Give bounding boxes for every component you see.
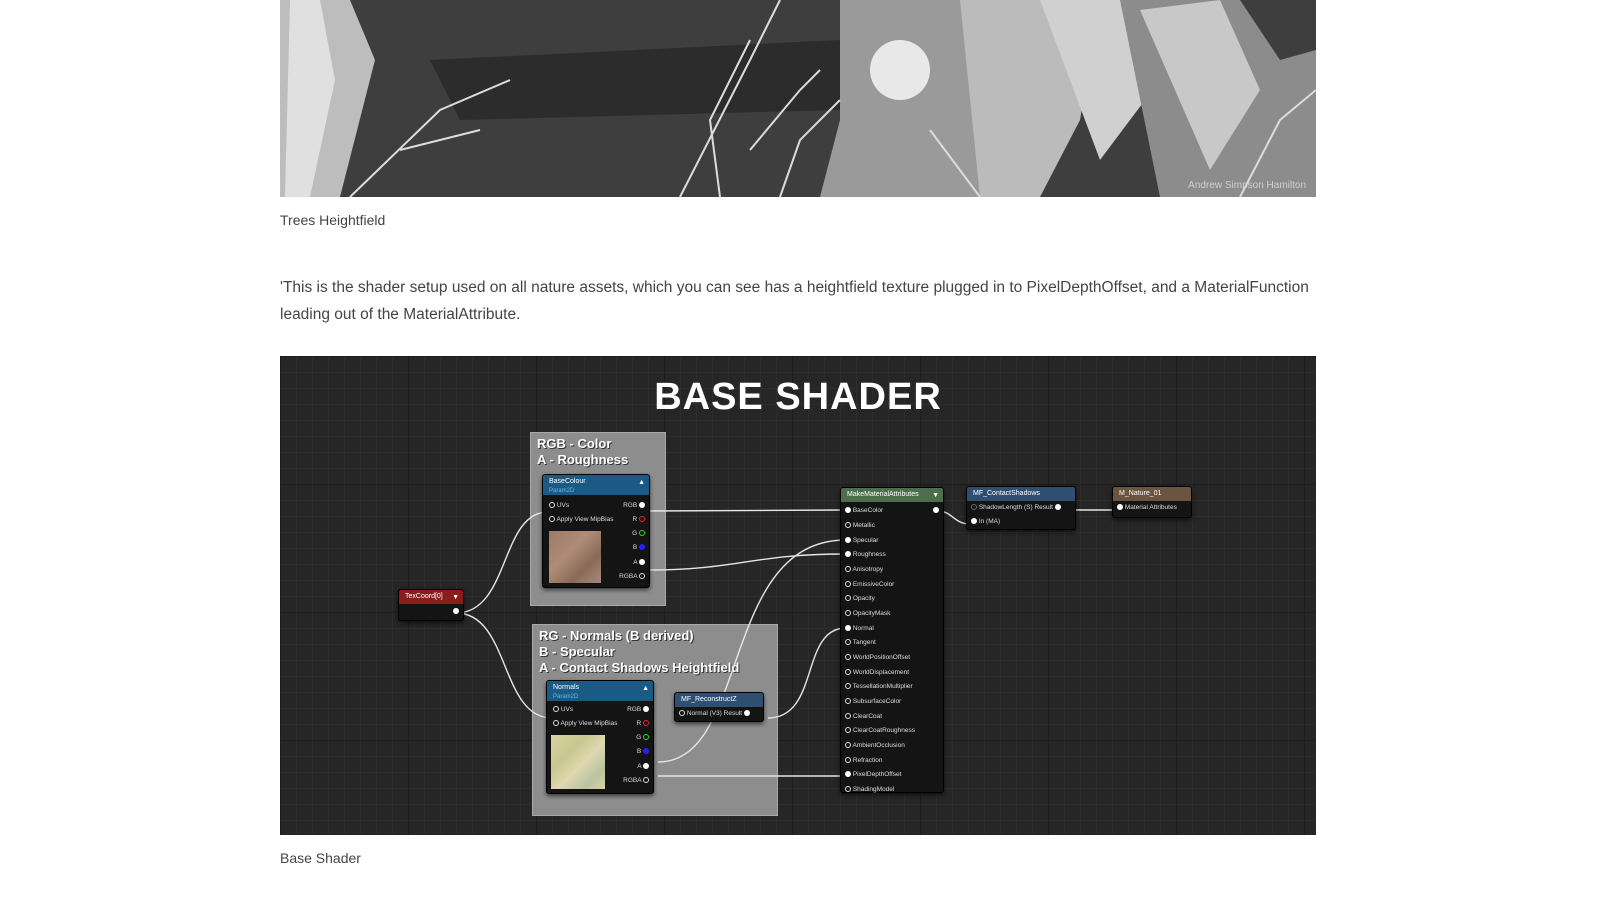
reconstructz-node-header: MF_ReconstructZ xyxy=(675,693,763,707)
make-shadingmodel-pin[interactable]: ShadingModel xyxy=(845,786,894,794)
collapse-arrow-icon[interactable]: ▲ xyxy=(638,476,645,489)
make-node-header: MakeMaterialAttributes ▼ xyxy=(841,488,943,502)
basecolour-r-pin[interactable]: R xyxy=(632,516,645,524)
make-normal-pin[interactable]: Normal xyxy=(845,625,874,633)
dropdown-arrow-icon[interactable]: ▼ xyxy=(932,489,939,502)
make-wpo-pin[interactable]: WorldPositionOffset xyxy=(845,654,910,662)
image-credit: Andrew Simpson Hamilton xyxy=(1188,180,1306,191)
basecolour-b-pin[interactable]: B xyxy=(633,544,645,552)
make-basecolor-pin[interactable]: BaseColor xyxy=(845,507,883,515)
normals-a-pin[interactable]: A xyxy=(637,763,649,771)
contactshadows-in-pin[interactable]: In (MA) xyxy=(971,518,1000,526)
normals-b-pin[interactable]: B xyxy=(637,748,649,756)
dropdown-arrow-icon[interactable]: ▼ xyxy=(452,591,459,604)
make-output-pin[interactable] xyxy=(933,507,939,515)
normals-rgba-pin[interactable]: RGBA xyxy=(623,777,649,785)
normals-node-subtitle: Param2D xyxy=(553,694,579,700)
normals-node-title: Normals xyxy=(553,684,580,691)
basecolour-rgb-pin[interactable]: RGB xyxy=(623,502,645,510)
make-opacity-pin[interactable]: Opacity xyxy=(845,595,875,603)
texcoord-node-title: TexCoord[0] xyxy=(405,593,443,600)
basecolour-node-header: BaseColour Param2D ▲ xyxy=(543,475,649,495)
basecolour-mip-pin[interactable]: Apply View MipBias xyxy=(549,516,613,524)
basecolour-rgba-pin[interactable]: RGBA xyxy=(619,573,645,581)
texcoord-node-header: TexCoord[0] ▼ xyxy=(399,590,463,604)
make-tangent-pin[interactable]: Tangent xyxy=(845,639,876,647)
trees-caption: Trees Heightfield xyxy=(280,212,386,228)
make-node-title: MakeMaterialAttributes xyxy=(847,491,919,498)
normals-mip-pin[interactable]: Apply View MipBias xyxy=(553,720,617,728)
basecolour-a-pin[interactable]: A xyxy=(633,559,645,567)
make-specular-pin[interactable]: Specular xyxy=(845,537,878,545)
make-roughness-pin[interactable]: Roughness xyxy=(845,551,886,559)
heightfield-artwork xyxy=(280,0,1316,197)
make-metallic-pin[interactable]: Metallic xyxy=(845,522,875,530)
contactshadows-shadowlength-pin[interactable]: ShadowLength (S) Result xyxy=(971,504,1061,512)
basecolour-node-title: BaseColour xyxy=(549,478,586,485)
normals-texture-thumbnail xyxy=(551,735,605,789)
make-emissive-pin[interactable]: EmissiveColor xyxy=(845,581,894,589)
make-material-attributes-node[interactable]: MakeMaterialAttributes ▼ BaseColor Metal… xyxy=(840,487,944,793)
normals-g-pin[interactable]: G xyxy=(636,734,649,742)
base-shader-caption: Base Shader xyxy=(280,850,361,866)
m-nature-01-node[interactable]: M_Nature_01 Material Attributes xyxy=(1112,486,1192,518)
normals-uvs-pin[interactable]: UVs xyxy=(553,706,573,714)
nature-material-attributes-pin[interactable]: Material Attributes xyxy=(1117,504,1177,512)
reconstructz-pin[interactable]: Normal (V3) Result xyxy=(679,710,750,718)
normals-node-header: Normals Param2D ▲ xyxy=(547,681,653,701)
collapse-arrow-icon[interactable]: ▲ xyxy=(642,682,649,695)
nature-node-title: M_Nature_01 xyxy=(1119,490,1162,497)
reconstructz-node-title: MF_ReconstructZ xyxy=(681,696,737,703)
contactshadows-node-header: MF_ContactShadows xyxy=(967,487,1075,501)
base-shader-graph-image: BASE SHADER RGB - Color A - Roughness RG… xyxy=(280,356,1316,835)
texcoord-node[interactable]: TexCoord[0] ▼ xyxy=(398,589,464,621)
make-tessellation-pin[interactable]: TessellationMultiplier xyxy=(845,683,913,691)
normals-rgb-pin[interactable]: RGB xyxy=(627,706,649,714)
texcoord-out-pin[interactable] xyxy=(453,608,459,616)
make-clearcoat-pin[interactable]: ClearCoat xyxy=(845,713,882,721)
basecolour-node-subtitle: Param2D xyxy=(549,488,575,494)
basecolour-texture-thumbnail xyxy=(549,531,601,583)
make-clearcoatroughness-pin[interactable]: ClearCoatRoughness xyxy=(845,727,915,735)
normals-param-node[interactable]: Normals Param2D ▲ UVs Apply View MipBias… xyxy=(546,680,654,794)
make-pdo-pin[interactable]: PixelDepthOffset xyxy=(845,771,901,779)
make-opacitymask-pin[interactable]: OpacityMask xyxy=(845,610,890,618)
trees-heightfield-image: Andrew Simpson Hamilton xyxy=(280,0,1316,197)
make-worlddisplacement-pin[interactable]: WorldDisplacement xyxy=(845,669,909,677)
make-ao-pin[interactable]: AmbientOcclusion xyxy=(845,742,905,750)
normals-r-pin[interactable]: R xyxy=(636,720,649,728)
basecolour-uvs-pin[interactable]: UVs xyxy=(549,502,569,510)
basecolour-g-pin[interactable]: G xyxy=(632,530,645,538)
nature-node-header: M_Nature_01 xyxy=(1113,487,1191,501)
reconstructz-node[interactable]: MF_ReconstructZ Normal (V3) Result xyxy=(674,692,764,722)
make-refraction-pin[interactable]: Refraction xyxy=(845,757,882,765)
contactshadows-node-title: MF_ContactShadows xyxy=(973,490,1040,497)
contactshadows-node[interactable]: MF_ContactShadows ShadowLength (S) Resul… xyxy=(966,486,1076,530)
make-anisotropy-pin[interactable]: Anisotropy xyxy=(845,566,883,574)
article-paragraph: 'This is the shader setup used on all na… xyxy=(280,279,1309,323)
make-subsurface-pin[interactable]: SubsurfaceColor xyxy=(845,698,901,706)
basecolour-param-node[interactable]: BaseColour Param2D ▲ UVs Apply View MipB… xyxy=(542,474,650,588)
